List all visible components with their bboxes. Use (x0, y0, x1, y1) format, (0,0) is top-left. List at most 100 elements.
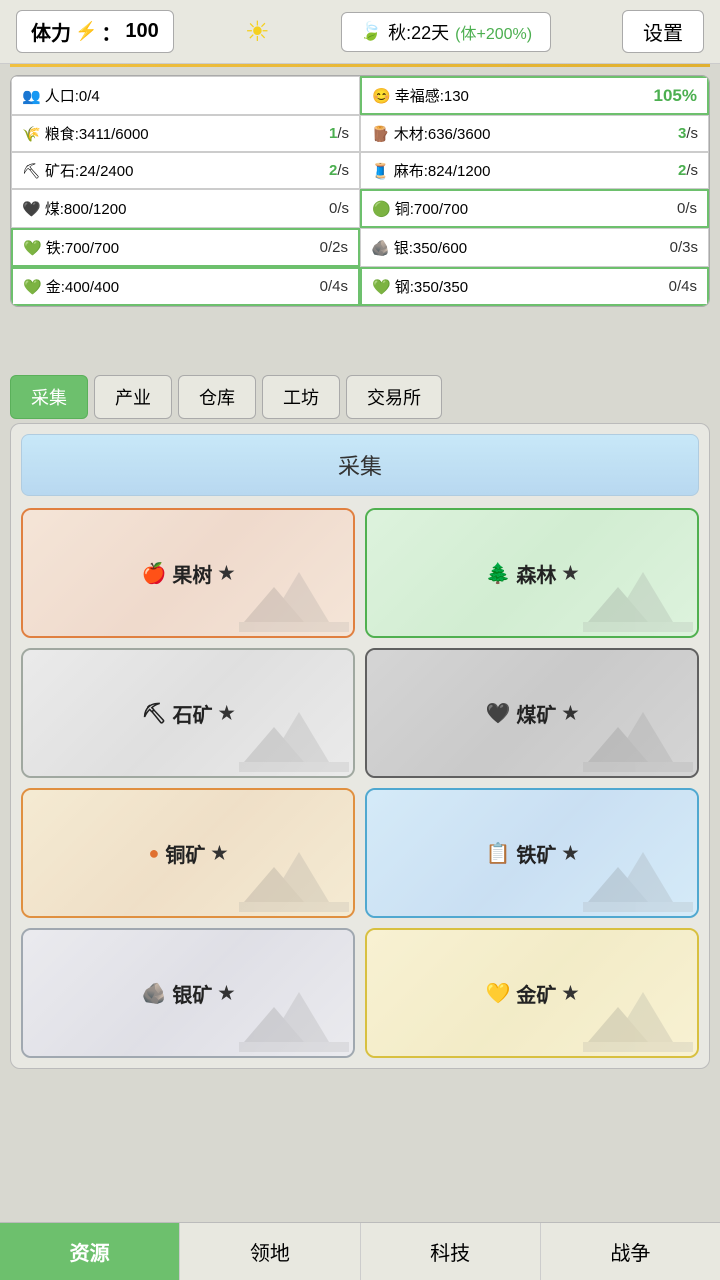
stat-gold: 💚 金:400/400 0/4s (11, 267, 360, 306)
stat-food: 🌾 粮食:3411/6000 1/s (11, 115, 360, 152)
stone-mine-star: ★ (219, 703, 235, 724)
card-silver-mine[interactable]: 🪨 银矿 ★ (21, 928, 355, 1058)
iron-mine-star: ★ (562, 843, 578, 864)
ore-label: ⛏ 矿石:24/2400 (22, 160, 133, 181)
tab-industry[interactable]: 产业 (94, 375, 172, 419)
steel-icon: 💚 (372, 278, 391, 296)
content-title: 采集 (338, 454, 382, 479)
stamina-box: 体力 ⚡ ： 100 (16, 10, 174, 53)
copper-icon: 🟢 (372, 200, 391, 218)
fruit-tree-label: 🍎 果树 ★ (141, 559, 234, 588)
top-bar: 体力 ⚡ ： 100 ☀ 🍃 秋:22天 (体+200%) 设置 (0, 0, 720, 64)
gold-mine-label: 💛 金矿 ★ (485, 979, 578, 1008)
food-label: 🌾 粮食:3411/6000 (22, 123, 149, 144)
coal-mine-icon: 🖤 (485, 701, 510, 726)
stat-happiness: 😊 幸福感:130 105% (360, 76, 709, 115)
bottom-nav: 资源 领地 科技 战争 (0, 1222, 720, 1280)
nav-territory[interactable]: 领地 (180, 1223, 360, 1280)
card-gold-mine[interactable]: 💛 金矿 ★ (365, 928, 699, 1058)
stamina-value: 100 (125, 20, 158, 43)
stamina-colon: ： (101, 17, 121, 46)
stat-steel: 💚 钢:350/350 0/4s (360, 267, 709, 306)
stone-mine-text: 石矿 (173, 699, 213, 728)
silver-mine-text: 银矿 (172, 979, 212, 1008)
gold-mine-icon: 💛 (485, 981, 510, 1006)
gold-mine-text: 金矿 (516, 979, 556, 1008)
iron-icon: 💚 (23, 239, 42, 257)
copper-mine-label: ● 铜矿 ★ (148, 839, 227, 868)
steel-rate: 0/4s (669, 278, 697, 295)
stat-wood: 🪵 木材:636/3600 3/s (360, 115, 709, 152)
stat-ore: ⛏ 矿石:24/2400 2/s (11, 152, 360, 189)
food-icon: 🌾 (22, 125, 41, 143)
fruit-tree-star: ★ (218, 563, 234, 584)
fruit-tree-text: 果树 (172, 559, 212, 588)
iron-mine-label: 📋 铁矿 ★ (485, 839, 578, 868)
season-box: 🍃 秋:22天 (体+200%) (341, 12, 551, 52)
copper-rate: 0/s (677, 200, 697, 217)
nav-technology[interactable]: 科技 (361, 1223, 541, 1280)
cards-grid: 🍎 果树 ★ 🌲 森林 ★ (21, 508, 699, 1058)
stamina-label: 体力 (31, 17, 71, 46)
middle-area (0, 315, 720, 375)
happiness-icon: 😊 (372, 87, 391, 105)
silver-rate: 0/3s (670, 239, 698, 256)
food-rate: 1/s (329, 125, 349, 142)
population-label: 👥 人口:0/4 (22, 85, 100, 106)
gold-icon: 💚 (23, 278, 42, 296)
settings-button[interactable]: 设置 (622, 10, 704, 53)
card-forest[interactable]: 🌲 森林 ★ (365, 508, 699, 638)
stat-silver: 🪨 银:350/600 0/3s (360, 228, 709, 267)
copper-label: 🟢 铜:700/700 (372, 198, 468, 219)
season-leaf-icon: 🍃 (360, 21, 382, 42)
wood-icon: 🪵 (371, 125, 390, 143)
ore-rate: 2/s (329, 162, 349, 179)
silver-mine-label: 🪨 银矿 ★ (141, 979, 234, 1008)
lightning-icon: ⚡ (75, 21, 97, 42)
ore-icon: ⛏ (22, 162, 41, 180)
copper-mine-star: ★ (211, 843, 227, 864)
stat-population: 👥 人口:0/4 (11, 76, 360, 115)
sun-icon: ☀ (245, 15, 270, 48)
card-copper-mine[interactable]: ● 铜矿 ★ (21, 788, 355, 918)
tab-gather[interactable]: 采集 (10, 375, 88, 419)
copper-mine-icon: ● (148, 843, 159, 864)
nav-resources[interactable]: 资源 (0, 1223, 180, 1280)
cloth-rate: 2/s (678, 162, 698, 179)
nav-war[interactable]: 战争 (541, 1223, 720, 1280)
copper-mine-text: 铜矿 (165, 839, 205, 868)
iron-mine-text: 铁矿 (516, 839, 556, 868)
iron-label: 💚 铁:700/700 (23, 237, 119, 258)
content-header: 采集 (21, 434, 699, 496)
stat-cloth: 🧵 麻布:824/1200 2/s (360, 152, 709, 189)
stone-mine-label: ⛏ 石矿 ★ (141, 699, 235, 728)
card-stone-mine[interactable]: ⛏ 石矿 ★ (21, 648, 355, 778)
iron-rate: 0/2s (320, 239, 348, 256)
iron-mine-icon: 📋 (485, 841, 510, 866)
card-coal-mine[interactable]: 🖤 煤矿 ★ (365, 648, 699, 778)
stat-iron: 💚 铁:700/700 0/2s (11, 228, 360, 267)
season-text: 秋:22天 (388, 19, 449, 45)
gold-rate: 0/4s (320, 278, 348, 295)
steel-label: 💚 钢:350/350 (372, 276, 468, 297)
silver-mine-icon: 🪨 (141, 981, 166, 1006)
tab-workshop[interactable]: 工坊 (262, 375, 340, 419)
forest-icon: 🌲 (485, 561, 510, 586)
silver-label: 🪨 银:350/600 (371, 237, 467, 258)
card-fruit-tree[interactable]: 🍎 果树 ★ (21, 508, 355, 638)
tab-warehouse[interactable]: 仓库 (178, 375, 256, 419)
card-iron-mine[interactable]: 📋 铁矿 ★ (365, 788, 699, 918)
stat-copper: 🟢 铜:700/700 0/s (360, 189, 709, 228)
gold-mine-star: ★ (562, 983, 578, 1004)
fruit-tree-icon: 🍎 (141, 561, 166, 586)
tab-exchange[interactable]: 交易所 (346, 375, 442, 419)
happiness-pct: 105% (654, 86, 697, 106)
forest-label: 🌲 森林 ★ (485, 559, 578, 588)
cloth-label: 🧵 麻布:824/1200 (371, 160, 490, 181)
population-icon: 👥 (22, 87, 41, 105)
coal-mine-text: 煤矿 (516, 699, 556, 728)
silver-mine-star: ★ (218, 983, 234, 1004)
happiness-label: 😊 幸福感:130 (372, 85, 469, 106)
stats-grid: 👥 人口:0/4 😊 幸福感:130 105% 🌾 粮食:3411/6000 1… (11, 76, 709, 306)
season-bonus: (体+200%) (455, 20, 532, 44)
